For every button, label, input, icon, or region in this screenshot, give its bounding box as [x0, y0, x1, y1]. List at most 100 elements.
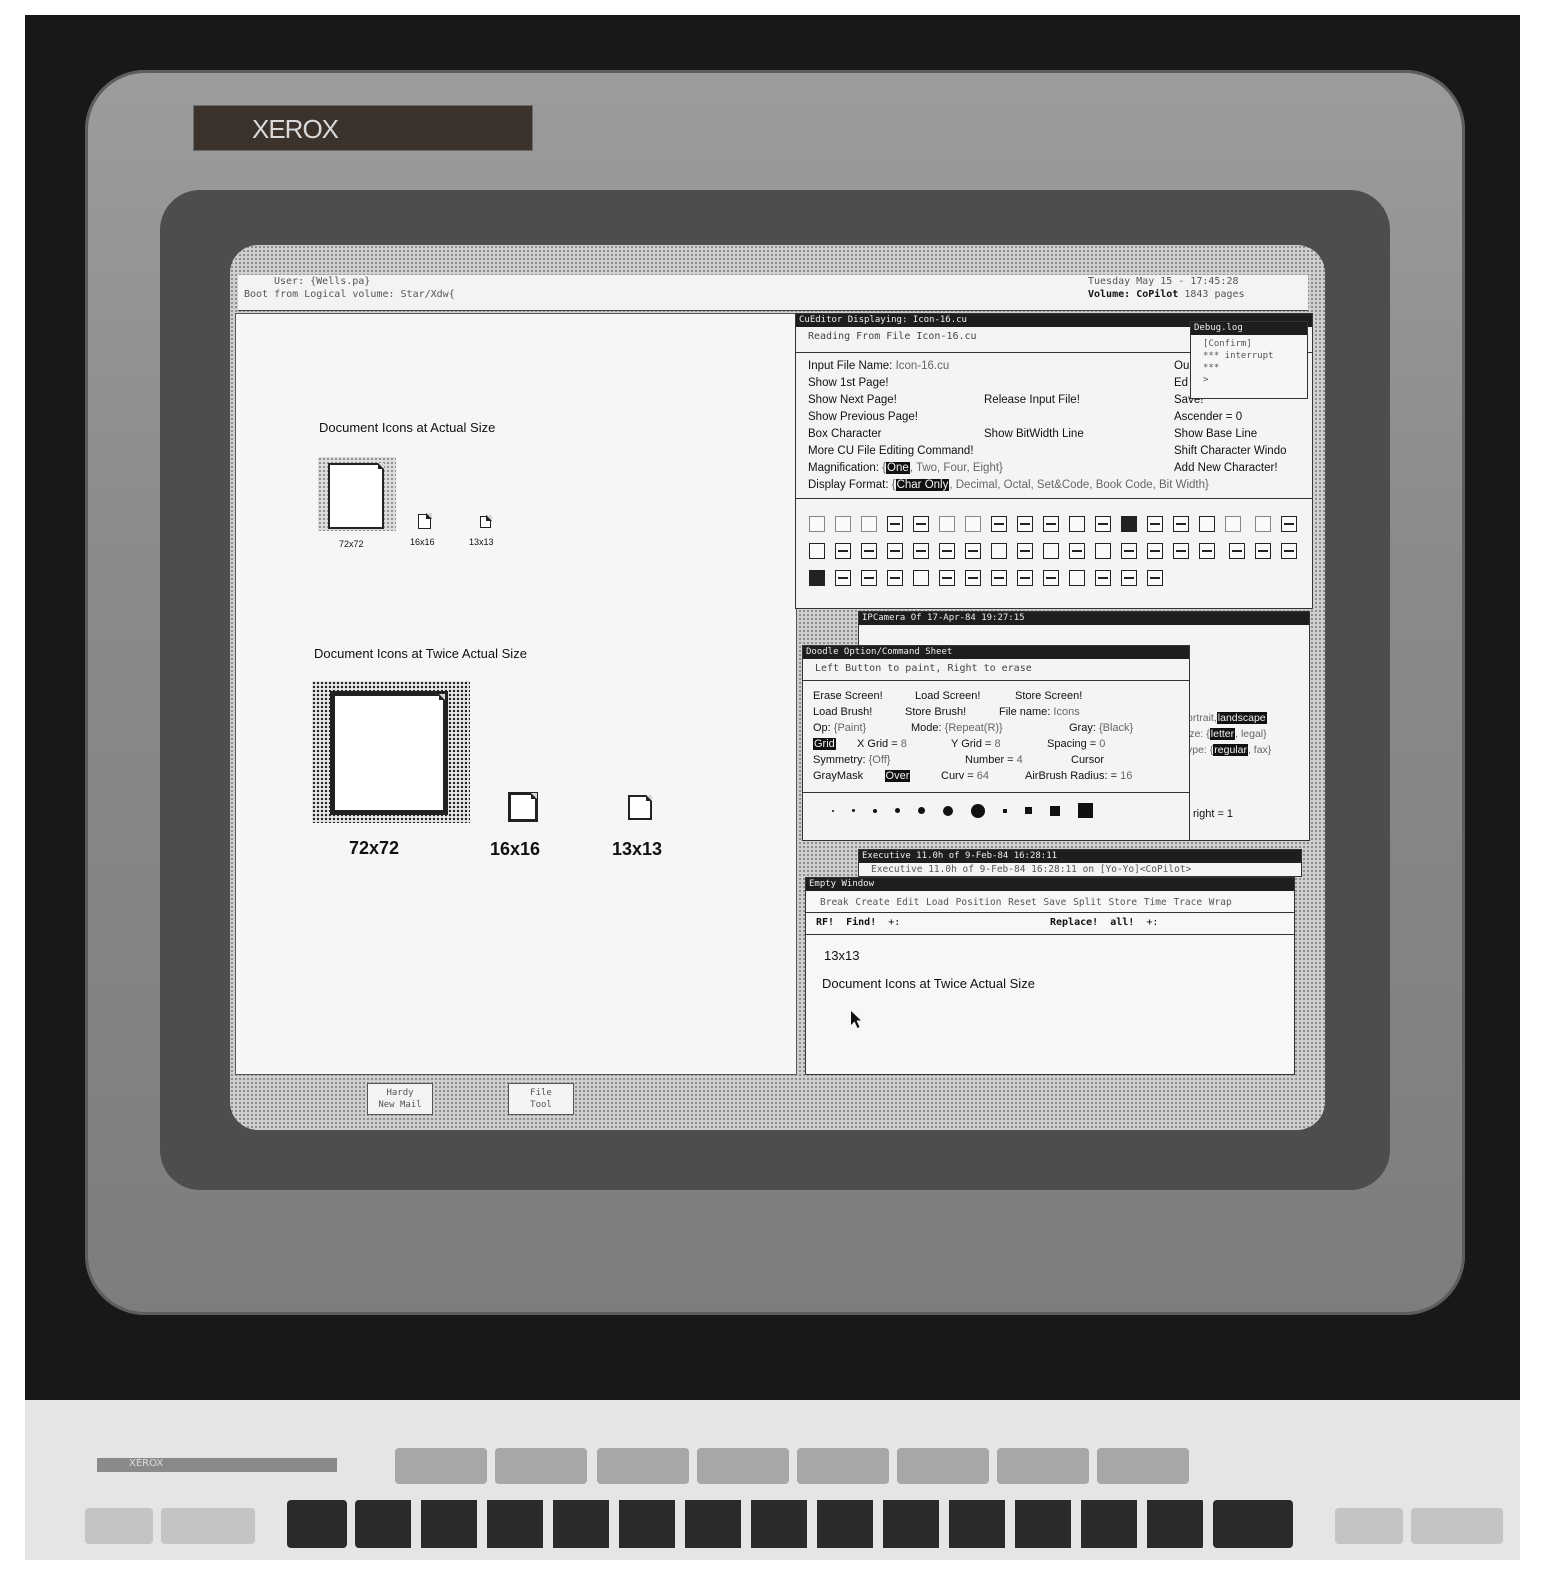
orientation-option[interactable]: ortrait,landscape — [1187, 712, 1267, 724]
edit-command[interactable]: Ed — [1174, 377, 1188, 389]
empty-window-title[interactable]: Empty Window — [806, 878, 1294, 891]
graymask-value[interactable]: Over — [884, 770, 911, 782]
doc-icon-72-selected-bg[interactable] — [318, 457, 396, 531]
empty-window[interactable]: Empty Window Break Create Edit Load Posi… — [805, 877, 1295, 1075]
ipcamera-title[interactable]: IPCamera Of 17-Apr-84 19:27:15 — [859, 612, 1309, 625]
menu-store[interactable]: Store — [1108, 897, 1137, 908]
glyph-icon[interactable] — [1173, 542, 1189, 559]
type-option[interactable]: ype: {regular, fax} — [1187, 744, 1271, 756]
display-format-option[interactable]: Display Format: {Char Only, Decimal, Oct… — [808, 479, 1209, 491]
glyph-icon[interactable] — [861, 542, 877, 559]
glyph-icon[interactable] — [1069, 569, 1085, 586]
erase-screen-command[interactable]: Erase Screen! — [813, 690, 883, 702]
number-field[interactable]: Number = 4 — [965, 754, 1023, 766]
airbrush-radius-field[interactable]: AirBrush Radius: = 16 — [1025, 770, 1132, 782]
y-grid-field[interactable]: Y Grid = 8 — [951, 738, 1001, 750]
magnification-option[interactable]: Magnification: {One, Two, Four, Eight} — [808, 462, 1003, 474]
menu-time[interactable]: Time — [1144, 897, 1167, 908]
paper-size-option[interactable]: ize: {letter, legal} — [1187, 728, 1267, 740]
menu-break[interactable]: Break — [820, 897, 849, 908]
airbrush-radius-value[interactable]: 16 — [1120, 770, 1132, 782]
glyph-icon[interactable] — [965, 569, 981, 586]
glyph-icon[interactable] — [913, 515, 929, 532]
character-glyph-grid[interactable] — [804, 510, 1304, 591]
text-line-2[interactable]: Document Icons at Twice Actual Size — [822, 976, 1035, 991]
file-name-field[interactable]: File name: Icons — [999, 706, 1080, 718]
find-input[interactable]: +: — [888, 917, 900, 928]
document-icon-16[interactable] — [418, 513, 432, 529]
more-cu-command[interactable]: More CU File Editing Command! — [808, 445, 974, 457]
glyph-icon[interactable] — [1043, 542, 1059, 559]
glyph-icon[interactable] — [939, 515, 955, 532]
glyph-icon[interactable] — [991, 542, 1007, 559]
glyph-icon[interactable] — [913, 542, 929, 559]
glyph-icon[interactable] — [1281, 515, 1298, 532]
magnification-selected[interactable]: One — [886, 462, 910, 474]
brush-size-icon[interactable] — [1025, 807, 1032, 815]
glyph-icon[interactable] — [809, 569, 825, 586]
glyph-icon[interactable] — [835, 542, 851, 559]
shift-character-window-command[interactable]: Shift Character Windo — [1174, 445, 1287, 457]
glyph-icon[interactable] — [1255, 515, 1272, 532]
glyph-icon[interactable] — [809, 542, 825, 559]
glyph-icon[interactable] — [861, 569, 877, 586]
spacing-value[interactable]: 0 — [1099, 738, 1105, 750]
replace-bar[interactable]: Replace! all! +: — [1050, 917, 1158, 928]
number-value[interactable]: 4 — [1017, 754, 1023, 766]
glyph-icon[interactable] — [1199, 515, 1215, 532]
brush-size-palette[interactable] — [823, 802, 1102, 820]
op-value[interactable]: {Paint} — [834, 722, 866, 734]
brush-size-icon[interactable] — [832, 809, 834, 812]
replace-button[interactable]: Replace! — [1050, 917, 1098, 928]
show-next-page-command[interactable]: Show Next Page! — [808, 394, 897, 406]
rf-button[interactable]: RF! — [816, 917, 834, 928]
brush-size-icon[interactable] — [1050, 805, 1060, 816]
store-screen-command[interactable]: Store Screen! — [1015, 690, 1082, 702]
glyph-icon[interactable] — [1069, 542, 1085, 559]
executive-title[interactable]: Executive 11.0h of 9-Feb-84 16:28:11 — [859, 850, 1301, 863]
file-name-value[interactable]: Icons — [1053, 706, 1079, 718]
grid-toggle[interactable]: Grid — [813, 738, 836, 750]
glyph-icon[interactable] — [1043, 569, 1059, 586]
glyph-icon[interactable] — [887, 542, 903, 559]
glyph-icon[interactable] — [1069, 515, 1085, 532]
symmetry-option[interactable]: Symmetry: {Off} — [813, 754, 890, 766]
menu-reset[interactable]: Reset — [1008, 897, 1037, 908]
mode-option[interactable]: Mode: {Repeat(R)} — [911, 722, 1003, 734]
glyph-icon[interactable] — [1147, 515, 1163, 532]
box-character-command[interactable]: Box Character — [808, 428, 882, 440]
glyph-icon[interactable] — [939, 542, 955, 559]
glyph-icon[interactable] — [1017, 515, 1033, 532]
mode-value[interactable]: {Repeat(R)} — [945, 722, 1003, 734]
menu-position[interactable]: Position — [956, 897, 1002, 908]
brush-size-icon[interactable] — [852, 809, 855, 813]
input-file-field[interactable]: Input File Name: Icon-16.cu — [808, 360, 949, 372]
brush-size-icon[interactable] — [1003, 808, 1007, 813]
paper-size-selected[interactable]: letter — [1209, 728, 1236, 740]
glyph-icon[interactable] — [1043, 515, 1059, 532]
gray-value[interactable]: {Black} — [1099, 722, 1133, 734]
output-command[interactable]: Ou — [1174, 360, 1189, 372]
glyph-icon[interactable] — [861, 515, 877, 532]
type-selected[interactable]: regular — [1213, 744, 1248, 756]
find-button[interactable]: Find! — [846, 917, 876, 928]
document-icon-13-twice[interactable] — [628, 795, 652, 820]
show-bitwidth-command[interactable]: Show BitWidth Line — [984, 428, 1084, 440]
glyph-icon[interactable] — [1017, 542, 1033, 559]
glyph-icon[interactable] — [835, 569, 851, 586]
release-input-file-command[interactable]: Release Input File! — [984, 394, 1080, 406]
debug-log-window[interactable]: Debug.log [Confirm] *** interrupt *** > — [1190, 321, 1308, 399]
glyph-icon[interactable] — [887, 569, 903, 586]
menu-edit[interactable]: Edit — [896, 897, 919, 908]
glyph-icon[interactable] — [1173, 515, 1189, 532]
display-format-selected[interactable]: Char Only — [895, 479, 950, 491]
load-screen-command[interactable]: Load Screen! — [915, 690, 980, 702]
glyph-icon[interactable] — [913, 569, 929, 586]
glyph-icon[interactable] — [1121, 569, 1137, 586]
glyph-icon[interactable] — [1095, 542, 1111, 559]
tray-icon-mail[interactable]: Hardy New Mail — [367, 1083, 433, 1115]
empty-window-menu[interactable]: Break Create Edit Load Position Reset Sa… — [820, 897, 1232, 908]
load-brush-command[interactable]: Load Brush! — [813, 706, 872, 718]
glyph-icon[interactable] — [1095, 569, 1111, 586]
ascender-field[interactable]: Ascender = 0 — [1174, 411, 1242, 423]
